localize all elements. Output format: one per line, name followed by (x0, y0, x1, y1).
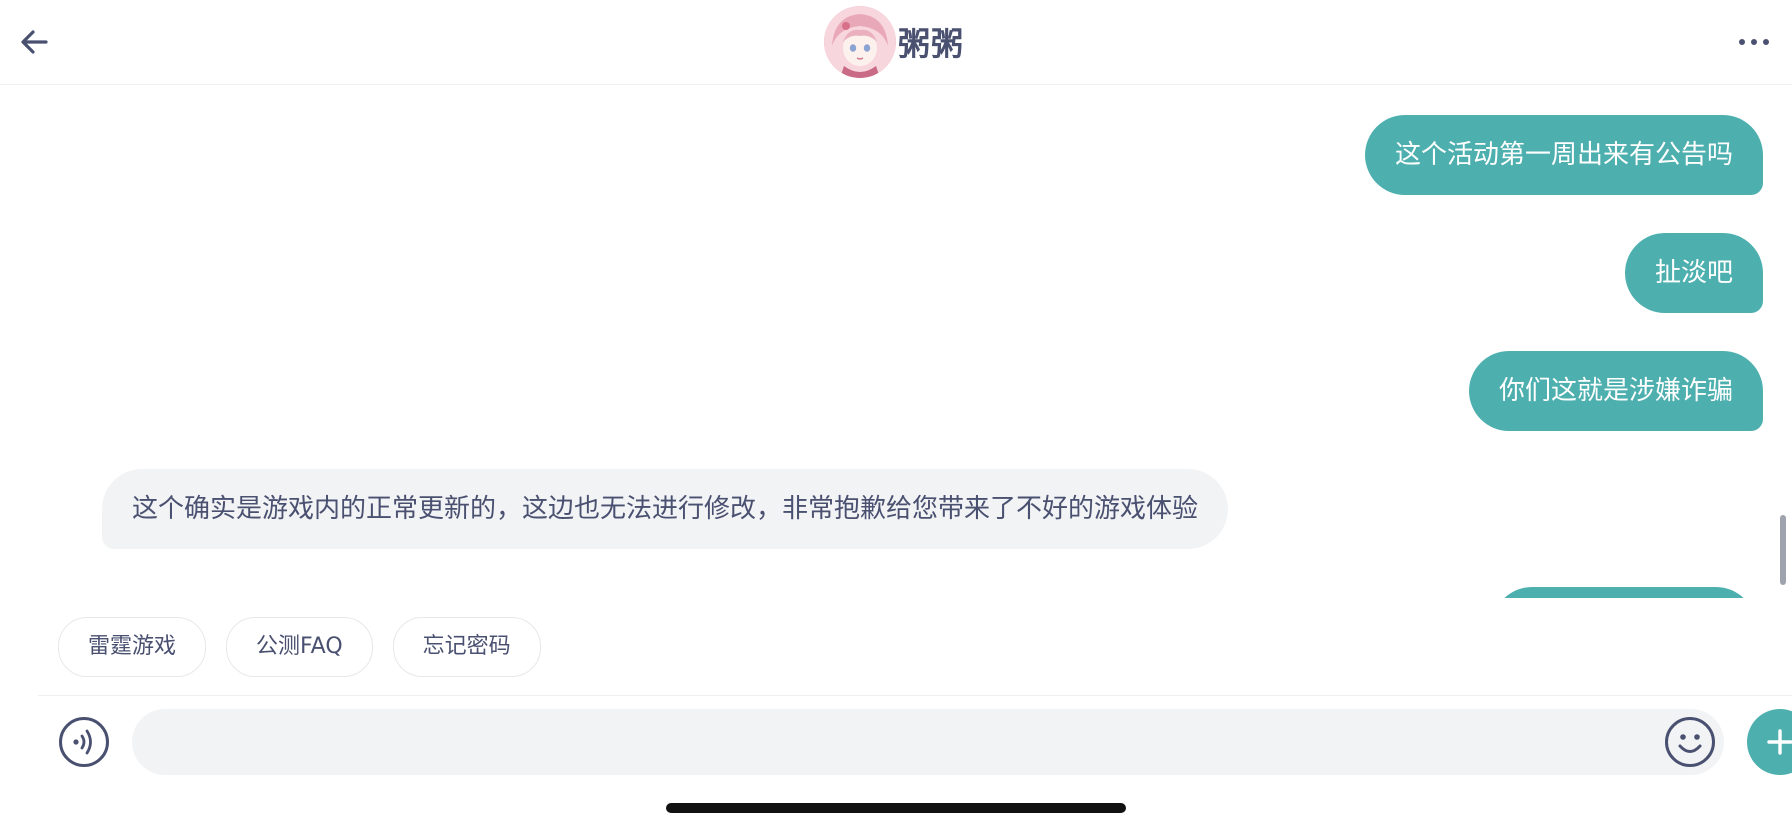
avatar[interactable] (824, 6, 896, 78)
outgoing-message[interactable]: 扯淡吧 (1624, 233, 1763, 313)
chat-title: 粥粥 (898, 25, 965, 63)
emoji-button[interactable] (1664, 716, 1716, 768)
voice-button[interactable] (58, 716, 110, 768)
quick-reply-chip[interactable]: 忘记密码 (392, 617, 541, 677)
arrow-left-icon (21, 30, 48, 54)
more-horizontal-icon (1739, 39, 1769, 45)
quick-reply-bar: 雷霆游戏 公测FAQ 忘记密码 (58, 617, 541, 677)
chat-header: 粥粥 (0, 0, 1792, 85)
message-input[interactable] (132, 709, 1724, 775)
quick-reply-chip[interactable]: 雷霆游戏 (58, 617, 207, 677)
quick-reply-chip[interactable]: 公测FAQ (226, 617, 373, 677)
chat-screen: 粥粥 这个活动第一周出来有公告吗 扯淡吧 你们这就是涉嫌诈骗 这个确实是游戏内的… (0, 0, 1792, 828)
incoming-message[interactable]: 这个确实是游戏内的正常更新的，这边也无法进行修改，非常抱歉给您带来了不好的游戏体… (102, 469, 1229, 549)
outgoing-message[interactable]: 这个活动第一周出来有公告吗 (1364, 115, 1763, 195)
back-button[interactable] (14, 22, 54, 62)
outgoing-message-partial[interactable] (1492, 587, 1756, 598)
input-divider (38, 695, 1792, 696)
home-indicator (666, 803, 1126, 813)
plus-icon (1767, 729, 1792, 755)
plus-button[interactable] (1747, 709, 1792, 775)
scrollbar[interactable] (1780, 515, 1786, 585)
chat-title-group[interactable]: 粥粥 (824, 6, 964, 78)
more-button[interactable] (1734, 26, 1774, 58)
outgoing-message[interactable]: 你们这就是涉嫌诈骗 (1468, 351, 1763, 431)
message-list[interactable]: 这个活动第一周出来有公告吗 扯淡吧 你们这就是涉嫌诈骗 这个确实是游戏内的正常更… (0, 85, 1792, 598)
voice-icon (59, 717, 109, 767)
emoji-icon (1665, 717, 1715, 767)
